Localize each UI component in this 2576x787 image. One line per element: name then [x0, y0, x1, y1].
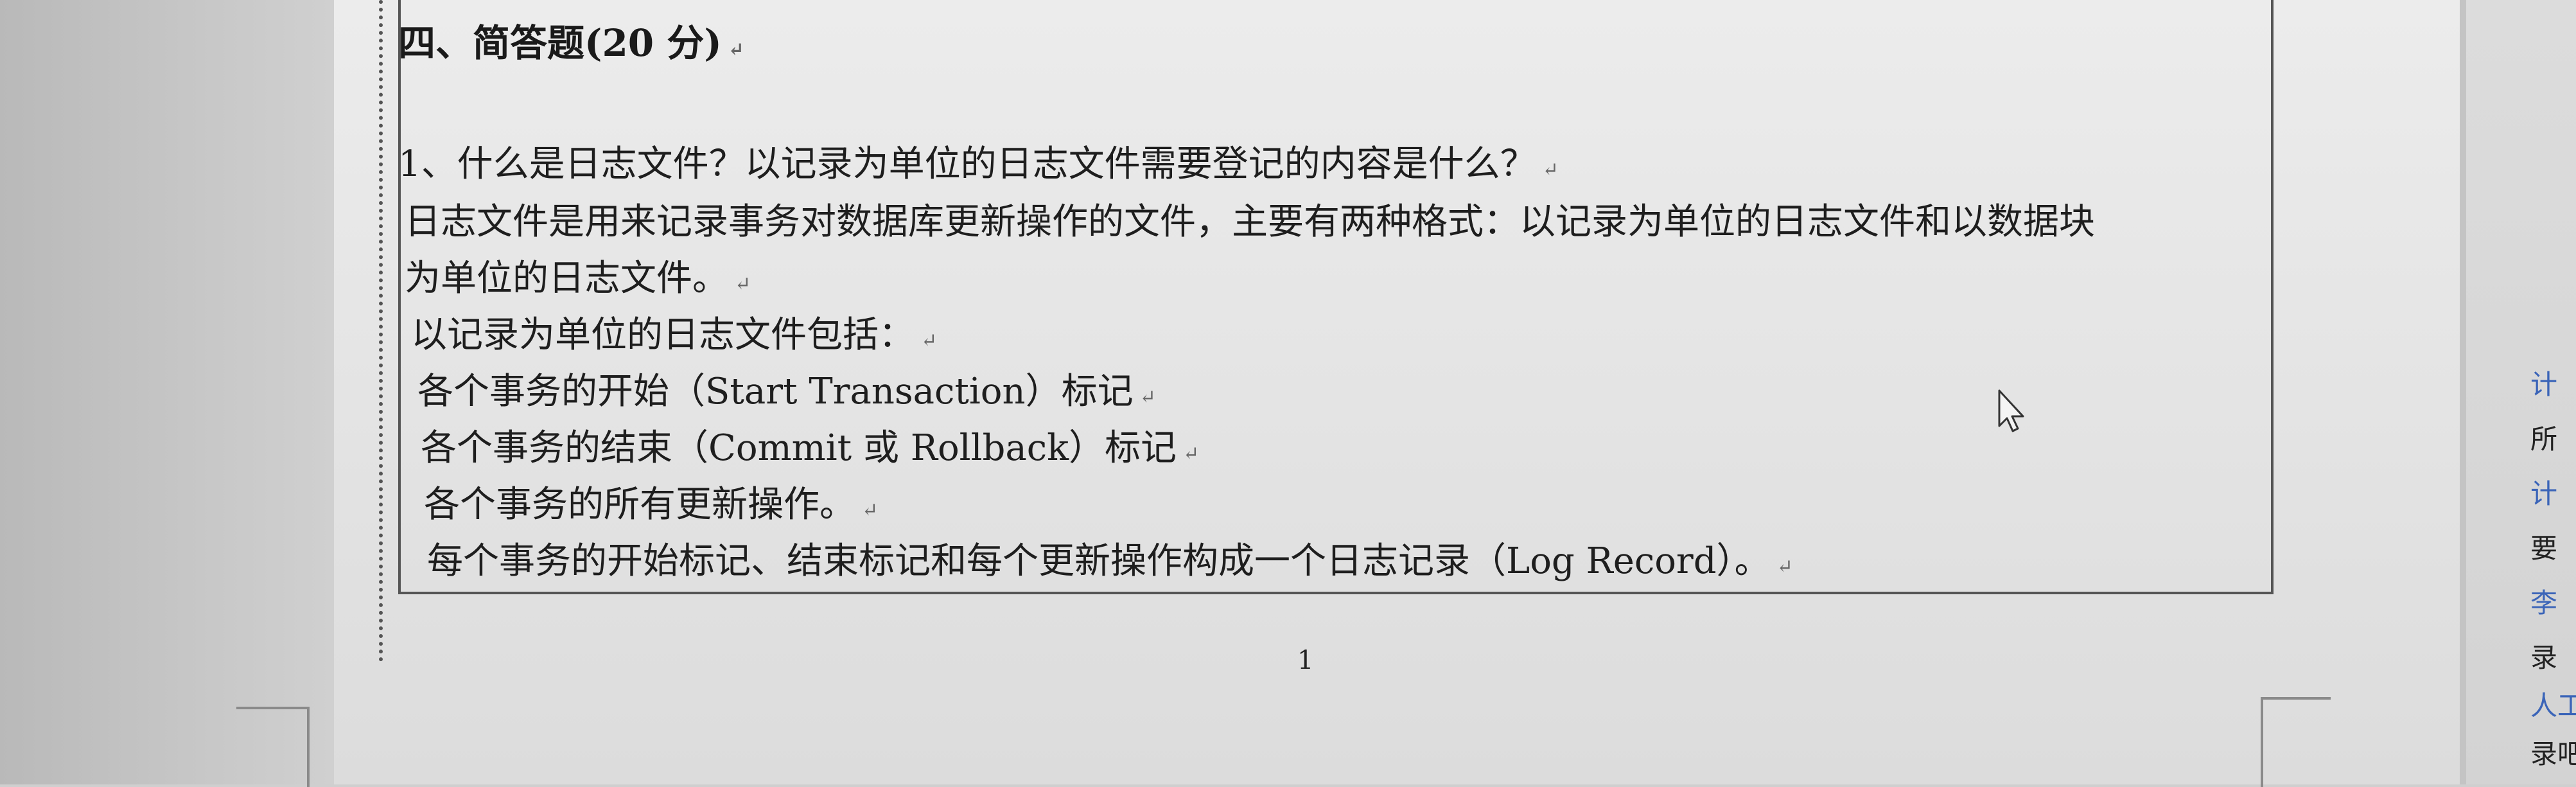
paragraph-mark-icon: ↵ — [1139, 386, 1156, 409]
answer-text: 以记录为单位的日志文件包括： — [411, 314, 915, 356]
answer-line: 为单位的日志文件。 ↵ — [405, 249, 751, 301]
side-panel-border — [2460, 0, 2466, 784]
list-item-text: 各个事务的结束（Commit 或 Rollback）标记 — [421, 427, 1177, 469]
page-number: 1 — [1297, 646, 1314, 675]
side-panel-item-text: 录吧 — [2530, 738, 2576, 770]
side-panel-item[interactable]: 录吧 — [2530, 732, 2576, 772]
left-gutter — [0, 0, 334, 784]
list-item: 各个事务的结束（Commit 或 Rollback）标记 ↵ — [421, 419, 1199, 471]
section-heading: 四、简答题(20 分) ↵ — [398, 13, 744, 67]
list-item-text: 每个事务的开始标记、结束标记和每个更新操作构成一个日志记录（Log Record… — [427, 540, 1771, 582]
page-corner-mark — [236, 707, 310, 787]
side-panel-item[interactable]: 人工 — [2530, 684, 2576, 723]
paragraph-mark-icon: ↵ — [1776, 556, 1793, 578]
side-panel-item-text: 计 — [2530, 478, 2558, 509]
answer-text: 为单位的日志文件。 — [405, 258, 728, 299]
mouse-pointer-icon — [1998, 389, 2024, 432]
margin-guide — [379, 0, 383, 662]
side-panel-item-text: 录 — [2530, 642, 2558, 673]
paragraph-mark-icon: ↵ — [1183, 443, 1200, 465]
paragraph-mark-icon: ↵ — [735, 273, 751, 296]
paragraph-mark-icon: ↵ — [728, 39, 744, 61]
paragraph-mark-icon: ↵ — [921, 330, 938, 352]
side-panel-item[interactable]: 要 — [2530, 527, 2557, 566]
list-item-text: 各个事务的所有更新操作。 — [424, 484, 855, 526]
list-item: 每个事务的开始标记、结束标记和每个更新操作构成一个日志记录（Log Record… — [427, 532, 1793, 584]
section-heading-text: 四、简答题(20 分) — [398, 21, 722, 65]
side-panel — [2460, 0, 2576, 784]
answer-text: 日志文件是用来记录事务对数据库更新操作的文件，主要有两种格式：以记录为单位的日志… — [405, 201, 2095, 243]
side-panel-item-text: 计 — [2530, 369, 2558, 400]
side-panel-item-text: 所 — [2530, 423, 2558, 455]
side-panel-item[interactable]: 计 — [2530, 363, 2557, 402]
list-item: 各个事务的开始（Start Transaction）标记 ↵ — [417, 362, 1156, 414]
question-line: 1、什么是日志文件？以记录为单位的日志文件需要登记的内容是什么？ ↵ — [398, 135, 1559, 187]
side-panel-item[interactable]: 所 — [2530, 418, 2557, 457]
page-corner-mark — [2261, 697, 2331, 787]
side-panel-item[interactable]: 录 — [2530, 636, 2557, 675]
answer-line: 日志文件是用来记录事务对数据库更新操作的文件，主要有两种格式：以记录为单位的日志… — [405, 193, 2095, 245]
list-item-text: 各个事务的开始（Start Transaction）标记 — [417, 371, 1134, 412]
side-panel-item[interactable]: 李 — [2530, 581, 2557, 621]
side-panel-item-text: 李 — [2530, 587, 2558, 619]
paragraph-mark-icon: ↵ — [1542, 159, 1559, 181]
paragraph-mark-icon: ↵ — [862, 499, 879, 522]
side-panel-item-text: 要 — [2530, 533, 2558, 564]
question-text: 1、什么是日志文件？以记录为单位的日志文件需要登记的内容是什么？ — [398, 143, 1536, 185]
side-panel-item[interactable]: 计 — [2530, 472, 2557, 511]
side-panel-item-text: 人工 — [2530, 690, 2576, 721]
answer-line: 以记录为单位的日志文件包括： ↵ — [411, 306, 937, 358]
list-item: 各个事务的所有更新操作。 ↵ — [424, 475, 878, 527]
